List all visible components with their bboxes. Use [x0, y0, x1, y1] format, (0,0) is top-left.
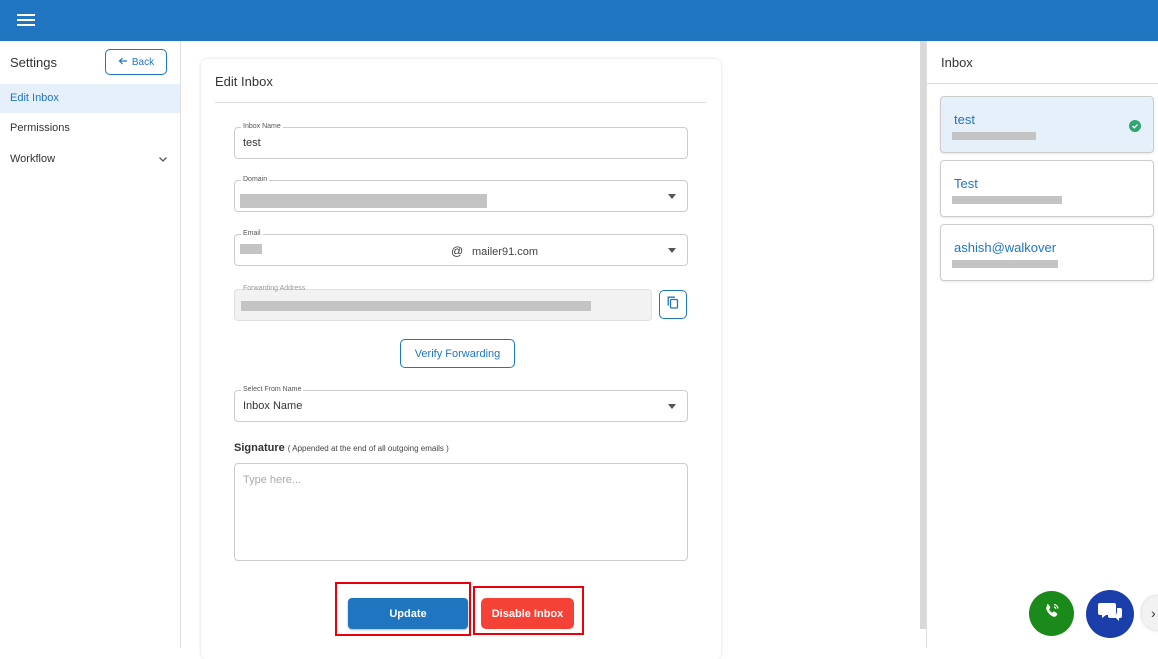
inbox-card-test[interactable]: test	[940, 96, 1154, 153]
inbox-name-field[interactable]: Inbox Name test	[234, 122, 688, 159]
field-label: Select From Name	[241, 385, 304, 394]
inbox-panel: Inbox test Test ashish@walkover	[926, 41, 1158, 648]
inbox-name-value: test	[243, 137, 261, 149]
domain-select[interactable]: Domain	[234, 175, 688, 212]
inbox-panel-title: Inbox	[941, 55, 973, 70]
caret-down-icon	[668, 248, 676, 253]
card-title: Edit Inbox	[215, 74, 273, 89]
field-label: Domain	[241, 175, 270, 184]
sidebar-item-edit-inbox[interactable]: Edit Inbox	[0, 84, 180, 113]
check-circle-icon	[1129, 120, 1141, 132]
inbox-name: test	[954, 112, 975, 127]
from-name-value: Inbox Name	[243, 400, 303, 412]
disable-inbox-button[interactable]: Disable Inbox	[481, 598, 574, 629]
phone-call-button[interactable]	[1029, 591, 1074, 636]
copy-button[interactable]	[659, 290, 687, 319]
sidebar-title: Settings	[10, 55, 57, 70]
verify-forwarding-button[interactable]: Verify Forwarding	[400, 339, 515, 368]
sidebar-item-permissions[interactable]: Permissions	[0, 114, 180, 143]
redacted-email	[952, 260, 1058, 268]
chat-bubbles-icon	[1097, 601, 1123, 628]
sidebar-item-label: Permissions	[10, 122, 70, 134]
sidebar-item-label: Workflow	[10, 153, 56, 165]
email-domain: mailer91.com	[472, 246, 539, 258]
sidebar-item-workflow[interactable]: Workflow	[0, 145, 180, 174]
divider	[215, 102, 706, 103]
field-label: Forwarding Address	[243, 285, 306, 292]
forwarding-address-field: Forwarding Address	[234, 285, 652, 321]
hamburger-menu-icon[interactable]	[17, 12, 35, 28]
update-button[interactable]: Update	[348, 598, 468, 629]
phone-icon	[1043, 602, 1061, 625]
email-field[interactable]: Email @ mailer91.com	[234, 229, 688, 266]
settings-sidebar: Settings Back Edit Inbox Permissions Wor…	[0, 41, 181, 648]
inbox-name: ashish@walkover	[954, 240, 1057, 255]
caret-down-icon	[668, 404, 676, 409]
field-label: Inbox Name	[241, 122, 283, 131]
signature-textarea[interactable]: Type here...	[234, 463, 688, 561]
back-button[interactable]: Back	[105, 49, 167, 75]
main-content: Edit Inbox Inbox Name test Domain Email …	[181, 41, 926, 659]
inbox-card-ashish[interactable]: ashish@walkover	[940, 224, 1154, 281]
back-button-label: Back	[131, 56, 155, 68]
chevron-right-icon: ›	[1151, 605, 1156, 621]
redacted-email	[952, 196, 1062, 204]
signature-title: Signature	[234, 442, 285, 454]
edit-inbox-card: Edit Inbox Inbox Name test Domain Email …	[201, 59, 721, 659]
redacted-value	[240, 244, 262, 254]
redacted-email	[952, 132, 1036, 140]
signature-label: Signature ( Appended at the end of all o…	[234, 442, 449, 454]
chat-button[interactable]	[1086, 590, 1134, 638]
signature-note: ( Appended at the end of all outgoing em…	[287, 444, 449, 453]
divider	[927, 83, 1158, 84]
field-label: Email	[241, 229, 263, 238]
inbox-name: Test	[954, 176, 978, 191]
sidebar-item-label: Edit Inbox	[10, 92, 59, 104]
inbox-card-Test[interactable]: Test	[940, 160, 1154, 217]
chevron-down-icon	[158, 145, 168, 186]
top-app-bar	[0, 0, 1158, 41]
at-symbol: @	[451, 244, 464, 258]
signature-placeholder: Type here...	[243, 474, 302, 486]
caret-down-icon	[668, 194, 676, 199]
from-name-select[interactable]: Select From Name Inbox Name	[234, 385, 688, 422]
redacted-value	[240, 194, 487, 208]
copy-icon	[667, 296, 679, 314]
arrow-left-icon	[118, 56, 128, 69]
redacted-value	[241, 301, 591, 311]
